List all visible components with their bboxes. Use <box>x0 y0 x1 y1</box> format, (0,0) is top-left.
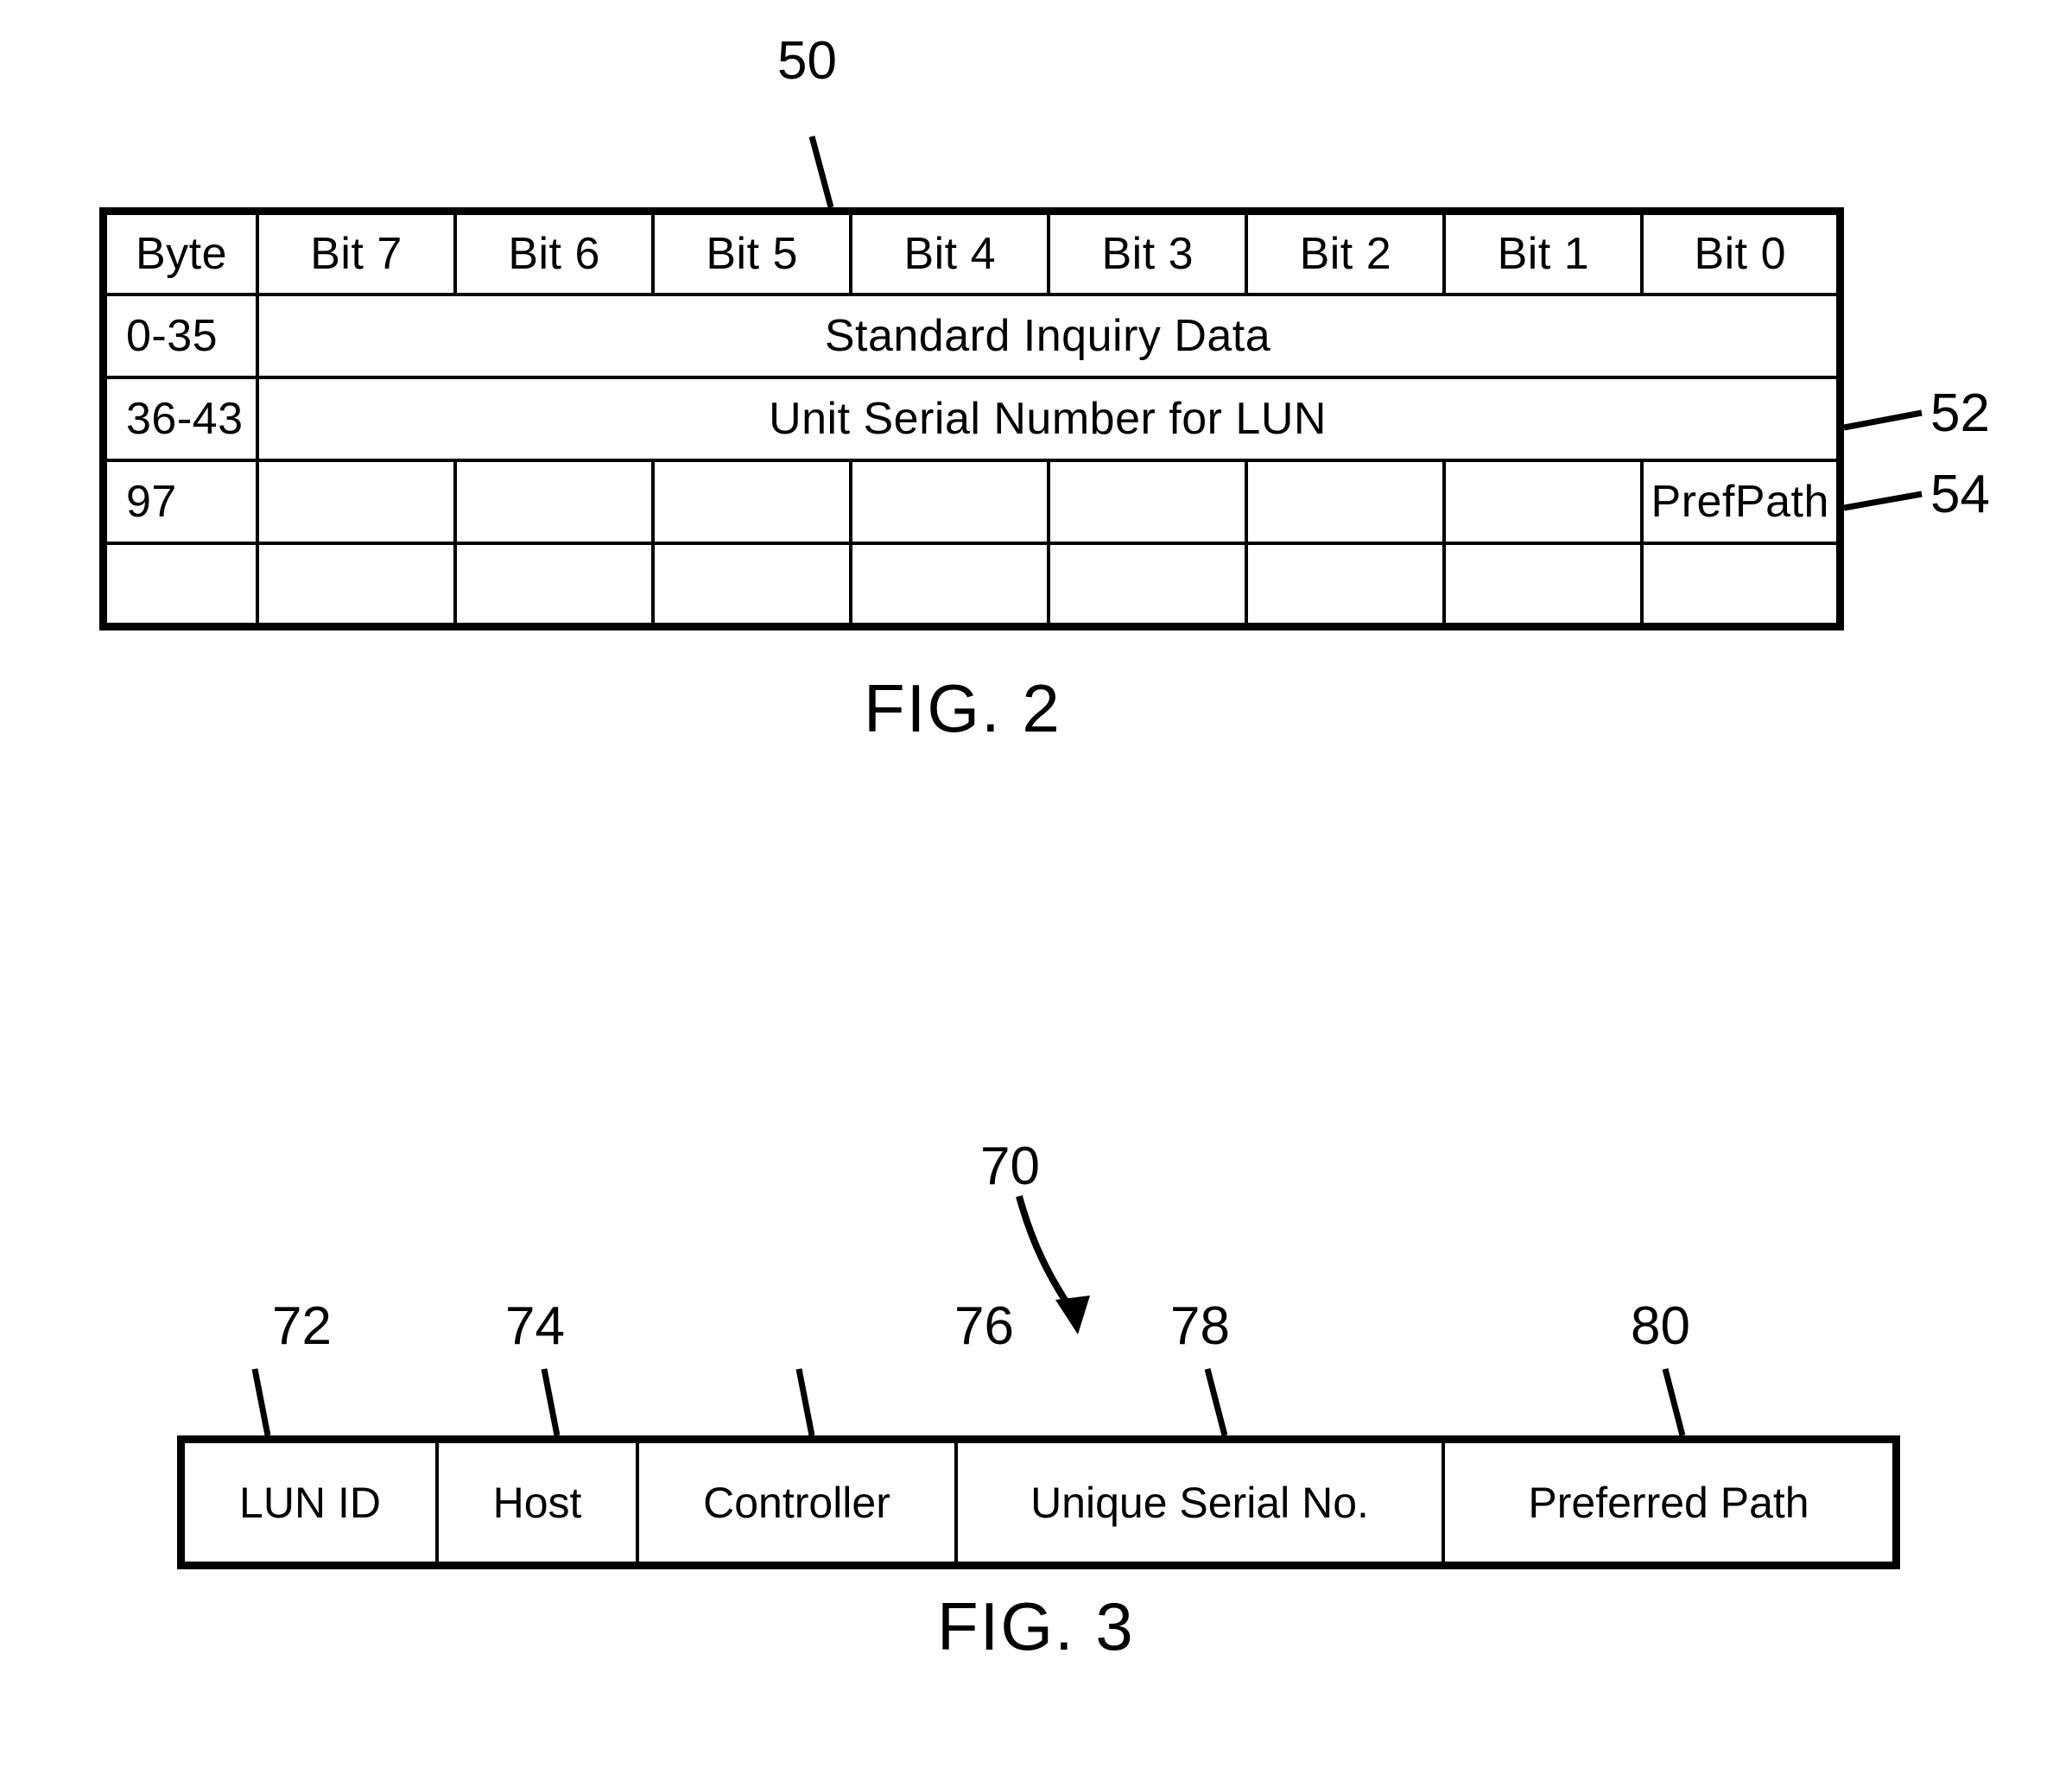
column-header-bit4: Bit 4 <box>849 209 1051 296</box>
leader-line-50 <box>808 136 834 208</box>
column-header-bit2: Bit 2 <box>1245 209 1447 296</box>
reference-numeral-54: 54 <box>1930 465 1990 524</box>
column-header-bit0: Bit 0 <box>1640 209 1842 296</box>
lun-record-structure: LUN ID Host Controller Unique Serial No.… <box>177 1435 1900 1569</box>
bit7-cell <box>255 542 458 629</box>
inquiry-data-table: Byte Bit 7 Bit 6 Bit 5 Bit 4 Bit 3 Bit 2… <box>99 207 1844 630</box>
reference-numeral-74: 74 <box>505 1296 565 1356</box>
table-row: 36-43 Unit Serial Number for LUN <box>101 375 1842 463</box>
table-row <box>101 542 1842 629</box>
figure-2-caption: FIG. 2 <box>864 670 1061 746</box>
reference-numeral-70: 70 <box>980 1137 1040 1196</box>
byte-range-label <box>101 542 259 629</box>
column-header-bit5: Bit 5 <box>651 209 853 296</box>
byte-range-label: 97 <box>101 459 259 546</box>
bit2-cell <box>1245 459 1447 546</box>
bit7-cell <box>255 459 458 546</box>
leader-line-78 <box>1204 1368 1228 1436</box>
standard-inquiry-data-cell: Standard Inquiry Data <box>256 292 1842 379</box>
column-header-byte: Byte <box>101 209 259 296</box>
reference-numeral-76: 76 <box>954 1296 1014 1356</box>
field-preferred-path: Preferred Path <box>1442 1437 1898 1568</box>
leader-line-76 <box>795 1368 815 1436</box>
arrow-70-shaft <box>1016 1194 1081 1322</box>
bit5-cell <box>651 542 853 629</box>
bit1-cell <box>1442 542 1644 629</box>
bit5-cell <box>651 459 853 546</box>
bit2-cell <box>1245 542 1447 629</box>
reference-numeral-50: 50 <box>777 31 837 91</box>
field-unique-serial-no: Unique Serial No. <box>954 1437 1445 1568</box>
leader-line-72 <box>251 1368 271 1436</box>
arrow-70-head <box>1055 1296 1090 1334</box>
reference-numeral-52: 52 <box>1930 383 1990 443</box>
leader-line-52 <box>1843 409 1923 431</box>
record-field-row: LUN ID Host Controller Unique Serial No.… <box>179 1437 1898 1568</box>
bit3-cell <box>1047 459 1249 546</box>
byte-range-label: 0-35 <box>101 292 259 379</box>
bit3-cell <box>1047 542 1249 629</box>
bit4-cell <box>849 542 1051 629</box>
table-header-row: Byte Bit 7 Bit 6 Bit 5 Bit 4 Bit 3 Bit 2… <box>101 209 1842 296</box>
bit1-cell <box>1442 459 1644 546</box>
bit6-cell <box>453 459 656 546</box>
column-header-bit1: Bit 1 <box>1442 209 1644 296</box>
reference-numeral-72: 72 <box>272 1296 332 1356</box>
field-lun-id: LUN ID <box>179 1437 439 1568</box>
figure-3-caption: FIG. 3 <box>937 1588 1135 1664</box>
leader-line-80 <box>1662 1368 1686 1436</box>
field-host: Host <box>435 1437 639 1568</box>
bit6-cell <box>453 542 656 629</box>
column-header-bit3: Bit 3 <box>1047 209 1249 296</box>
byte-range-label: 36-43 <box>101 375 259 463</box>
table-row: 97 PrefPath <box>101 459 1842 546</box>
reference-numeral-80: 80 <box>1631 1296 1690 1356</box>
table-row: 0-35 Standard Inquiry Data <box>101 292 1842 379</box>
leader-line-54 <box>1843 491 1923 511</box>
bit4-cell <box>849 459 1051 546</box>
prefpath-cell: PrefPath <box>1640 459 1842 546</box>
column-header-bit6: Bit 6 <box>453 209 656 296</box>
column-header-bit7: Bit 7 <box>255 209 458 296</box>
field-controller: Controller <box>636 1437 958 1568</box>
unit-serial-number-cell: Unit Serial Number for LUN <box>256 375 1842 463</box>
reference-numeral-78: 78 <box>1170 1296 1230 1356</box>
bit0-cell <box>1640 542 1842 629</box>
leader-line-74 <box>541 1368 561 1436</box>
